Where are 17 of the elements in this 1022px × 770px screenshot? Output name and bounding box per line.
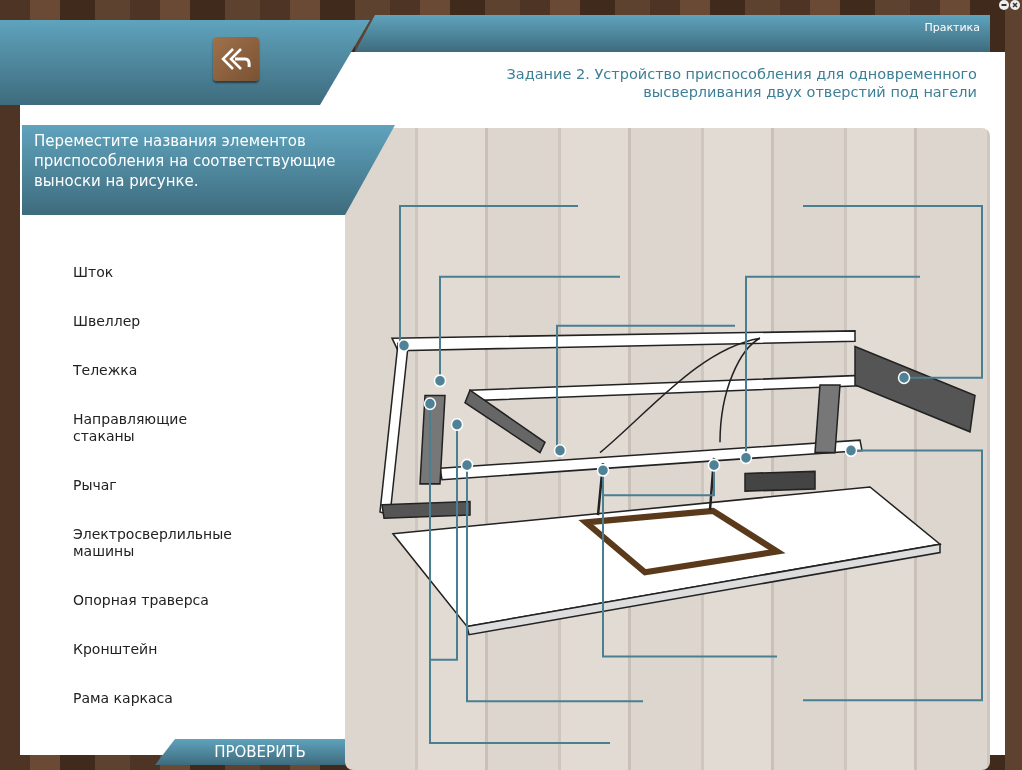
task-title: Задание 2. Устройство приспособления для одновременного — [506, 65, 977, 83]
back-button[interactable] — [213, 37, 259, 81]
draggable-label[interactable]: Рычаг — [73, 477, 241, 494]
task-title: высверливания двух отверстий под нагели — [643, 83, 977, 101]
draggable-label[interactable]: Шток — [73, 264, 241, 281]
instruction-text: Переместите названия элементов приспособления на соответствующие выноски на рисунке. — [34, 131, 337, 191]
check-button[interactable]: ПРОВЕРИТЬ — [155, 739, 345, 765]
draggable-label[interactable]: Опорная траверса — [73, 592, 241, 609]
minimize-icon[interactable] — [999, 0, 1009, 10]
section-label: Практика — [924, 21, 980, 34]
draggable-label[interactable]: Тележка — [73, 362, 241, 379]
draggable-label[interactable]: Швеллер — [73, 313, 241, 330]
draggable-label[interactable]: Кронштейн — [73, 641, 241, 658]
double-arrow-icon — [221, 47, 251, 71]
draggable-label[interactable]: Направляющие стаканы — [73, 411, 241, 445]
draggable-label[interactable]: Электросверлильные машины — [73, 526, 241, 560]
draggable-label[interactable]: Рама каркаса — [73, 690, 241, 707]
